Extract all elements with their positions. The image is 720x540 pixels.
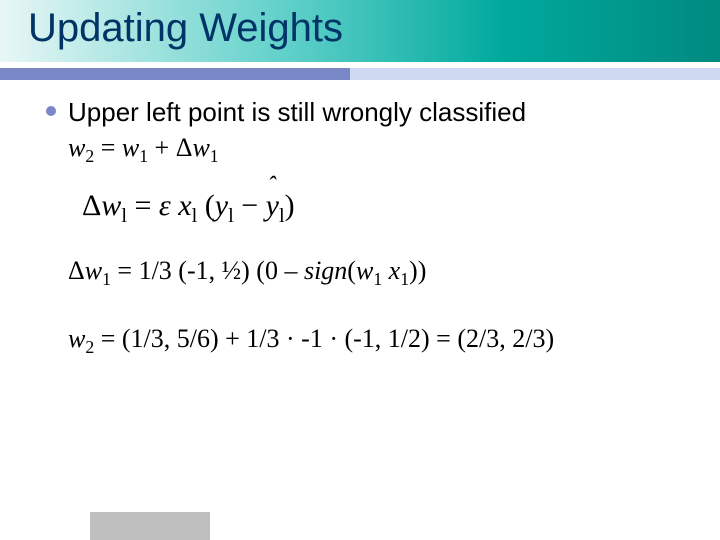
- footer-bar: [90, 512, 210, 540]
- bullet-text: Upper left point is still wrongly classi…: [68, 96, 526, 129]
- title-underline: [0, 62, 720, 80]
- equation-w2-def: w2 = w1 + Δw1: [68, 133, 690, 167]
- equation-delta-w1: Δw1 = 1/3 (-1, ½) (0 – sign(w1 x1)): [68, 256, 690, 290]
- equation-delta-formula: Δwl = ε xl (yl − yl): [82, 189, 690, 228]
- underline-dark: [0, 68, 350, 80]
- equation-w2-result: w2 = (1/3, 5/6) + 1/3 · -1 · (-1, 1/2) =…: [68, 324, 690, 358]
- slide-title: Updating Weights: [28, 6, 343, 51]
- bullet-item: Upper left point is still wrongly classi…: [46, 96, 690, 129]
- slide-content: Upper left point is still wrongly classi…: [46, 96, 690, 358]
- bullet-icon: [46, 106, 56, 116]
